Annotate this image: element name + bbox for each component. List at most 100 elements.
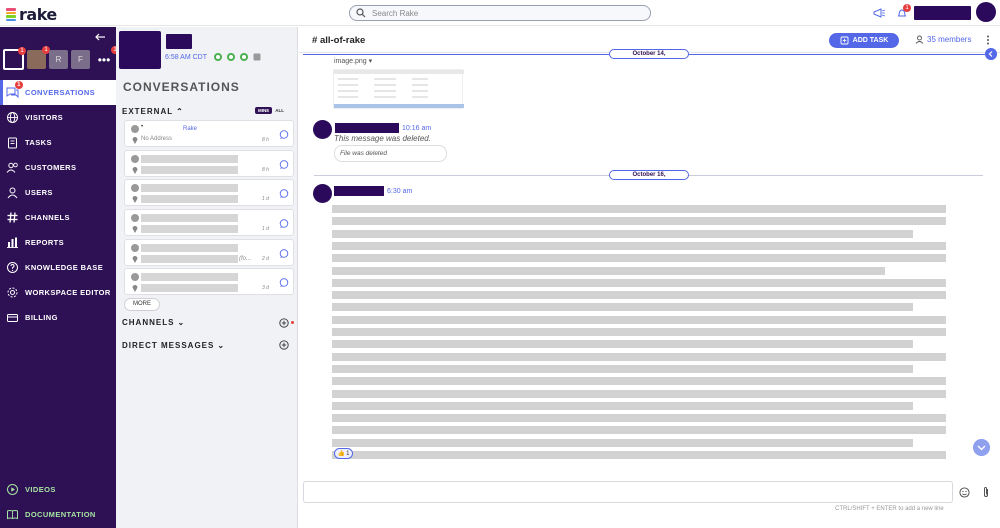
sidebar: 1 1 R F ••• 1 1 CONVERSATIONS VISITORS T… [0,27,119,528]
logo-icon [6,8,16,21]
direct-messages-section-toggle[interactable]: DIRECT MESSAGES ⌄ [122,341,225,350]
search-icon [356,8,366,18]
message-input[interactable] [304,482,952,502]
add-direct-message-icon[interactable] [279,340,289,350]
location-pin-icon [132,196,138,204]
emoji-icon[interactable] [959,487,970,498]
nav-visitors[interactable]: VISITORS [0,105,116,130]
search-bar[interactable] [349,5,651,21]
scroll-to-bottom-button[interactable] [973,439,990,456]
message-composer[interactable] [303,481,953,503]
external-section-toggle[interactable]: EXTERNAL ⌃ [122,107,184,116]
image-attachment[interactable] [333,69,464,109]
nav-label: KNOWLEDGE BASE [25,263,104,272]
visitor-avatar [131,184,139,193]
add-channel-icon[interactable] [279,318,289,328]
arrow-left-icon[interactable] [94,31,106,43]
workspace-0[interactable]: 1 [3,47,26,70]
thumbs-up-icon: 👍 [337,451,346,457]
globe-icon [7,112,18,123]
status-online-icon[interactable] [213,52,224,62]
more-workspaces-button[interactable]: ••• 1 [95,45,119,67]
nav-videos[interactable]: VIDEOS [0,477,116,502]
nav-knowledge-base[interactable]: KNOWLEDGE BASE [0,255,116,280]
redacted-text-line [332,352,946,361]
nav-label: DOCUMENTATION [25,510,96,519]
megaphone-icon[interactable] [872,7,886,19]
nav-users[interactable]: USERS [0,180,116,205]
panel-title: CONVERSATIONS [123,80,240,94]
sender-avatar[interactable] [313,120,332,139]
nav-label: REPORTS [25,238,65,247]
add-task-button[interactable]: ADD TASK [829,33,899,48]
paperclip-icon[interactable] [982,486,990,498]
user-avatar[interactable] [976,2,996,22]
chat-bubble-icon [279,130,289,139]
redacted-name [141,273,238,282]
conversation-item[interactable]: 1 d [124,209,294,237]
nav-conversations[interactable]: 1 CONVERSATIONS [0,80,116,105]
customers-icon [6,162,18,173]
current-user-avatar[interactable] [119,31,161,69]
user-name-block[interactable] [914,6,971,20]
redacted-text-line [332,340,913,349]
redacted-text-line [332,291,946,300]
redacted-name [141,243,238,252]
add-task-icon [840,36,849,45]
redacted-text-line [332,241,946,250]
redacted-text-line [332,278,946,287]
redacted-text-line [332,401,913,410]
workspace-label: R [55,55,62,64]
more-vertical-icon[interactable] [986,35,990,45]
search-input[interactable] [372,8,632,18]
workspace-2[interactable]: R [49,50,68,69]
chevron-left-icon[interactable] [985,48,997,60]
visitor-avatar [131,125,139,133]
section-title: DIRECT MESSAGES [122,341,215,350]
image-preview [334,70,464,108]
nav-workspace-editor[interactable]: WORKSPACE EDITOR [0,280,116,305]
visitor-avatar [131,243,139,252]
redacted-text-line [332,205,946,213]
workspace-1[interactable]: 1 [27,46,50,69]
nav-label: TASKS [25,138,52,147]
toggle-all[interactable]: ALL [272,107,287,114]
nav-customers[interactable]: CUSTOMERS [0,155,116,180]
reaction-count: 1 [346,450,350,457]
conversation-item[interactable]: 3 d [124,268,294,296]
deleted-message-text: This message was deleted. [334,134,431,143]
redacted-address [141,225,238,234]
conversation-item[interactable]: (fo... 2 d [124,238,294,266]
conversation-age: 8 h [262,137,269,143]
toggle-mine[interactable]: MINE [255,107,273,114]
members-button[interactable]: 35 members [915,35,971,44]
bar-chart-icon [7,237,18,248]
nav-reports[interactable]: REPORTS [0,230,116,255]
status-online-icon[interactable] [226,52,237,62]
redacted-name [141,214,238,223]
app-logo[interactable]: rake [6,5,57,24]
conversation-item[interactable]: • Rake No Address 8 h [124,120,294,147]
more-conversations-button[interactable]: MORE [124,298,160,311]
wallet-icon [7,314,18,322]
sender-name[interactable] [335,123,399,133]
location-pin-icon [132,255,138,263]
nav-channels[interactable]: CHANNELS [0,205,116,230]
nav-documentation[interactable]: DOCUMENTATION [0,502,116,527]
nav-tasks[interactable]: TASKS [0,130,116,155]
conversation-item[interactable]: 8 h [124,149,294,177]
location-pin-icon [132,166,138,174]
reaction-thumbs-up[interactable]: 👍 1 [334,448,353,459]
nav-billing[interactable]: BILLING [0,305,116,330]
sender-avatar[interactable] [313,184,332,203]
redacted-name [141,154,238,163]
workspace-3[interactable]: F [71,50,90,69]
channels-section-toggle[interactable]: CHANNELS ⌄ [122,318,185,327]
sender-name[interactable] [334,186,384,196]
status-offline-icon[interactable] [252,52,263,62]
status-online-icon[interactable] [239,52,250,62]
date-separator: October 14, [609,49,689,59]
conversation-age: 1 d [262,196,269,203]
conversation-age: 3 d [262,285,269,292]
conversation-item[interactable]: 1 d [124,179,294,207]
